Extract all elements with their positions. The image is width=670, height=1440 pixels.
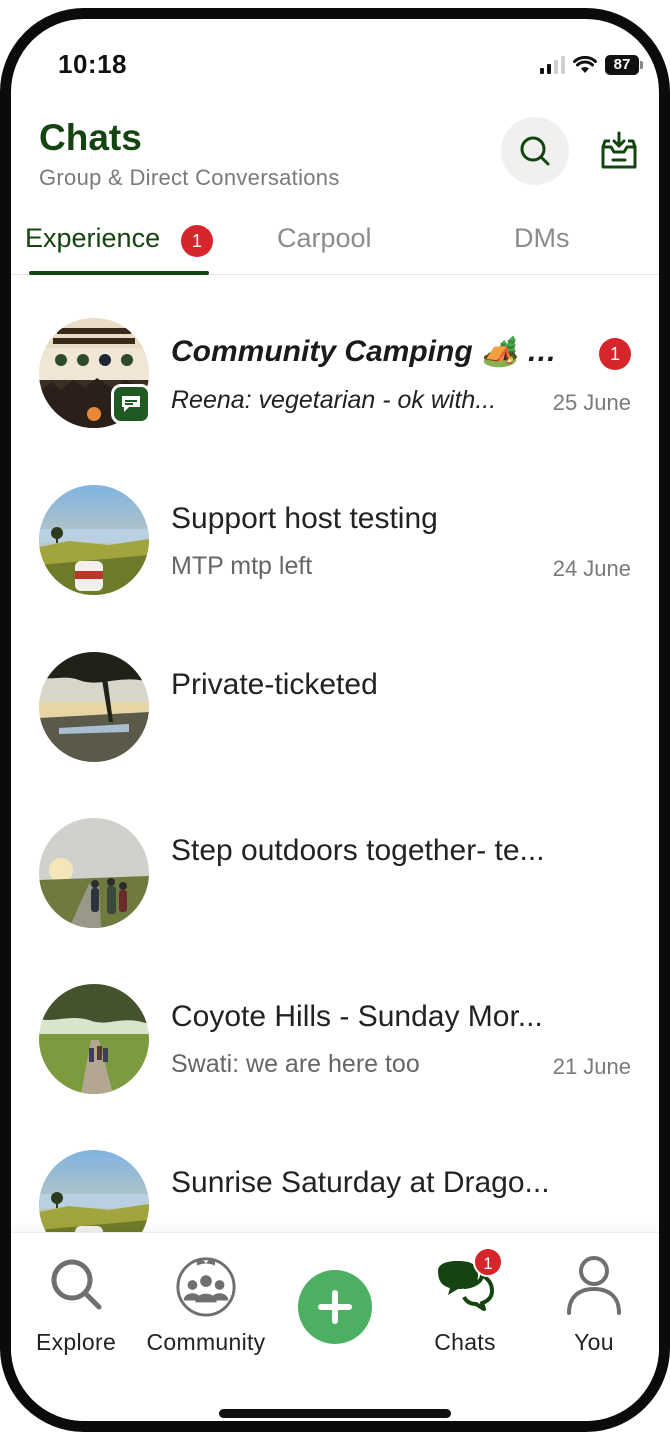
create-button[interactable] (298, 1270, 372, 1344)
phone-frame: 10:18 87 Chats Group & Direct Conversati… (0, 8, 670, 1432)
chat-list: Community Camping 🏕️ Ex... 1 Reena: vege… (11, 276, 659, 1232)
tab-experience[interactable]: Experience (25, 223, 160, 254)
chat-item[interactable]: Community Camping 🏕️ Ex... 1 Reena: vege… (11, 276, 659, 442)
chat-date: 25 June (552, 390, 631, 415)
bottom-nav: Explore Community 1 Chats You (11, 1232, 659, 1421)
chat-name: Step outdoors together- te... (171, 834, 545, 867)
chat-preview: MTP mtp left (171, 552, 313, 580)
chat-avatar (39, 652, 149, 762)
group-chat-icon (111, 384, 151, 424)
chat-name: Support host testing (171, 502, 438, 535)
chat-item[interactable]: Private-ticketed (11, 608, 659, 774)
page-subtitle: Group & Direct Conversations (39, 165, 340, 190)
nav-explore[interactable]: Explore (11, 1251, 141, 1356)
chat-name: Private-ticketed (171, 668, 378, 701)
chat-avatar (39, 1150, 149, 1232)
status-time: 10:18 (58, 49, 127, 79)
page-title: Chats (39, 117, 142, 158)
nav-chats-label: Chats (434, 1329, 496, 1355)
chat-date: 21 June (552, 1054, 631, 1079)
community-icon (174, 1251, 238, 1317)
tab-experience-label: Experience (25, 223, 161, 253)
chat-avatar (39, 984, 149, 1094)
search-icon (44, 1251, 108, 1317)
nav-you[interactable]: You (529, 1251, 659, 1356)
plus-icon (318, 1290, 352, 1324)
chat-preview: Swati: we are here too (171, 1050, 420, 1078)
chat-preview: Reena: vegetarian - ok with... (171, 386, 497, 414)
cellular-signal-icon (540, 56, 565, 74)
tab-dms-label: DMs (514, 223, 570, 253)
screen: 10:18 87 Chats Group & Direct Conversati… (11, 19, 659, 1421)
chats-badge: 1 (473, 1247, 503, 1277)
nav-chats[interactable]: 1 Chats (400, 1247, 530, 1356)
tab-dms[interactable]: DMs (514, 223, 570, 254)
tab-carpool[interactable]: Carpool (277, 223, 372, 254)
battery-icon: 87 (605, 55, 643, 75)
chat-item[interactable]: Sunrise Saturday at Drago... (11, 1106, 659, 1232)
active-tab-indicator (29, 271, 209, 275)
profile-icon (562, 1251, 626, 1317)
chat-item[interactable]: Support host testing MTP mtp left 24 Jun… (11, 442, 659, 608)
wifi-icon (573, 56, 597, 73)
tab-experience-badge: 1 (181, 225, 213, 257)
chat-item[interactable]: Coyote Hills - Sunday Mor... Swati: we a… (11, 940, 659, 1106)
home-indicator (219, 1409, 451, 1418)
unread-badge: 1 (599, 338, 631, 370)
archive-button[interactable] (597, 129, 641, 173)
nav-you-label: You (574, 1329, 614, 1355)
chat-name: Coyote Hills - Sunday Mor... (171, 1000, 543, 1033)
tab-carpool-label: Carpool (277, 223, 372, 253)
chat-name: Community Camping 🏕️ Ex... (171, 335, 571, 368)
search-button[interactable] (501, 117, 569, 185)
nav-community[interactable]: Community (141, 1251, 271, 1356)
tab-bar: Experience 1 Carpool DMs (11, 215, 659, 275)
search-icon (520, 136, 550, 166)
chat-avatar (39, 818, 149, 928)
chat-date: 24 June (552, 556, 631, 581)
status-icons: 87 (540, 55, 643, 75)
chats-icon: 1 (433, 1247, 503, 1317)
inbox-download-icon (601, 131, 637, 169)
chat-avatar (39, 485, 149, 595)
nav-community-label: Community (146, 1329, 266, 1355)
chat-name: Sunrise Saturday at Drago... (171, 1166, 550, 1199)
chat-item[interactable]: Step outdoors together- te... (11, 774, 659, 940)
nav-explore-label: Explore (35, 1329, 117, 1355)
